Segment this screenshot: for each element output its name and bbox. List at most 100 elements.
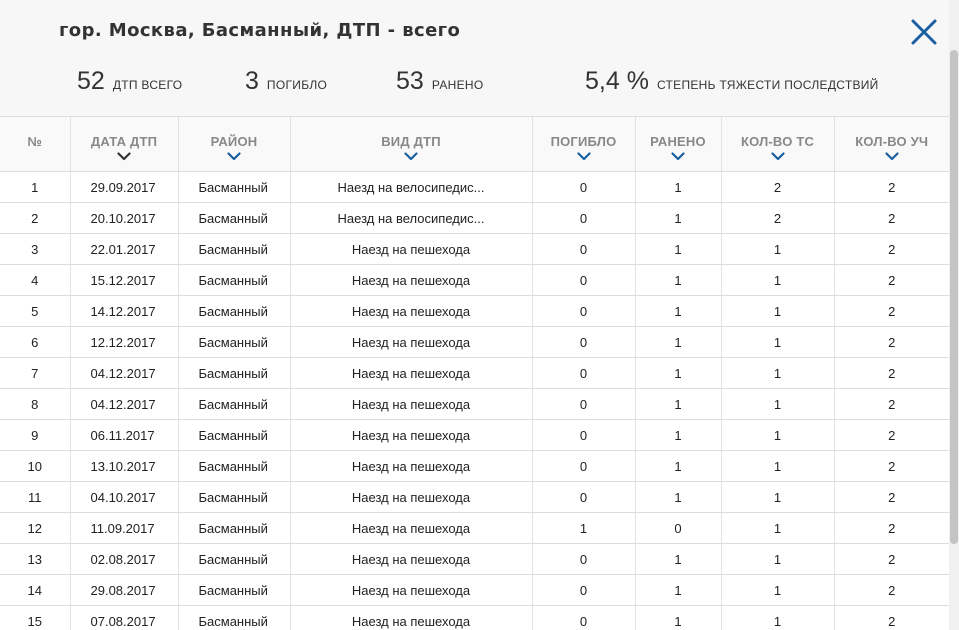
table-cell-vehicles: 1 bbox=[720, 326, 834, 358]
table-row[interactable]: 3 22.01.2017 Басманный Наезд на пешехода 0 1 1… bbox=[0, 233, 949, 265]
table-cell-killed: 0 bbox=[531, 202, 635, 234]
table-row[interactable]: 13 02.08.2017 Басманный Наезд на пешехода 0 1… bbox=[0, 543, 949, 575]
table-cell-date: 12.12.2017 bbox=[69, 326, 178, 358]
column-header-col-type[interactable]: ВИД ДТП bbox=[289, 116, 532, 172]
chevron-down-icon[interactable] bbox=[835, 152, 950, 164]
table-cell-date: 14.12.2017 bbox=[69, 295, 178, 327]
table-row[interactable]: 10 13.10.2017 Басманный Наезд на пешехода 0 1… bbox=[0, 450, 949, 482]
table-cell-killed: 0 bbox=[531, 233, 635, 265]
table-cell-number: 14 bbox=[0, 574, 70, 606]
table-cell-number: 8 bbox=[0, 388, 70, 420]
table-cell-date: 15.12.2017 bbox=[69, 264, 178, 296]
column-header-col-killed[interactable]: ПОГИБЛО bbox=[531, 116, 635, 172]
table-cell-number: 12 bbox=[0, 512, 70, 544]
chevron-down-icon[interactable] bbox=[722, 152, 834, 164]
table-cell-date: 11.09.2017 bbox=[69, 512, 178, 544]
stat-label: ДТП ВСЕГО bbox=[112, 78, 183, 92]
table-cell-vehicles: 1 bbox=[720, 295, 834, 327]
table-row[interactable]: 7 04.12.2017 Басманный Наезд на пешехода 0 1 1… bbox=[0, 357, 949, 389]
table-row[interactable]: 2 20.10.2017 Басманный Наезд на велосипедис… bbox=[0, 202, 949, 234]
table-cell-killed: 0 bbox=[531, 605, 635, 630]
table-row[interactable]: 14 29.08.2017 Басманный Наезд на пешехода 0 1… bbox=[0, 574, 949, 606]
chevron-down-icon[interactable] bbox=[533, 152, 635, 164]
table-cell-injured: 1 bbox=[634, 264, 721, 296]
table-cell-type: Наезд на велосипедис... bbox=[289, 171, 532, 203]
table-cell-injured: 1 bbox=[634, 202, 721, 234]
column-header-col-injured[interactable]: РАНЕНО bbox=[634, 116, 721, 172]
table-cell-killed: 0 bbox=[531, 264, 635, 296]
table-cell-participants: 2 bbox=[833, 295, 949, 327]
table-cell-participants: 2 bbox=[833, 202, 949, 234]
table-cell-vehicles: 1 bbox=[720, 264, 834, 296]
table-cell-date: 04.10.2017 bbox=[69, 481, 178, 513]
column-header-label: КОЛ-ВО ТС bbox=[740, 134, 815, 149]
stat-killed: 3 ПОГИБЛО bbox=[245, 67, 327, 96]
table-cell-date: 20.10.2017 bbox=[69, 202, 178, 234]
chevron-down-icon[interactable] bbox=[636, 152, 721, 164]
table-cell-type: Наезд на пешехода bbox=[289, 233, 532, 265]
column-header-label: КОЛ-ВО УЧ bbox=[855, 134, 929, 149]
table-cell-date: 04.12.2017 bbox=[69, 357, 178, 389]
table-cell-type: Наезд на пешехода bbox=[289, 419, 532, 451]
table-cell-killed: 0 bbox=[531, 574, 635, 606]
column-header-col-district[interactable]: РАЙОН bbox=[177, 116, 290, 172]
column-header-label: ВИД ДТП bbox=[381, 134, 441, 149]
table-cell-killed: 0 bbox=[531, 481, 635, 513]
modal-header: гор. Москва, Басманный, ДТП - всего 52 ДТ… bbox=[0, 0, 959, 116]
table-cell-number: 3 bbox=[0, 233, 70, 265]
table-cell-type: Наезд на пешехода bbox=[289, 357, 532, 389]
table-cell-vehicles: 1 bbox=[720, 450, 834, 482]
table-cell-district: Басманный bbox=[177, 171, 290, 203]
table-row[interactable]: 6 12.12.2017 Басманный Наезд на пешехода 0 1 1… bbox=[0, 326, 949, 358]
stat-label: СТЕПЕНЬ ТЯЖЕСТИ ПОСЛЕДСТВИЙ bbox=[656, 78, 879, 92]
scrollbar[interactable] bbox=[949, 0, 959, 630]
table-row[interactable]: 9 06.11.2017 Басманный Наезд на пешехода 0 1 1… bbox=[0, 419, 949, 451]
chevron-down-icon[interactable] bbox=[71, 152, 178, 164]
table-cell-participants: 2 bbox=[833, 357, 949, 389]
table-cell-type: Наезд на пешехода bbox=[289, 450, 532, 482]
table-cell-vehicles: 1 bbox=[720, 357, 834, 389]
table-cell-district: Басманный bbox=[177, 574, 290, 606]
table-cell-date: 04.12.2017 bbox=[69, 388, 178, 420]
table-row[interactable]: 11 04.10.2017 Басманный Наезд на пешехода 0 1… bbox=[0, 481, 949, 513]
stat-value: 3 bbox=[245, 67, 259, 95]
table-cell-injured: 1 bbox=[634, 605, 721, 630]
table-cell-date: 22.01.2017 bbox=[69, 233, 178, 265]
table-row[interactable]: 4 15.12.2017 Басманный Наезд на пешехода 0 1 1… bbox=[0, 264, 949, 296]
column-header-col-date[interactable]: ДАТА ДТП bbox=[69, 116, 178, 172]
table-cell-killed: 0 bbox=[531, 450, 635, 482]
table-cell-type: Наезд на пешехода bbox=[289, 481, 532, 513]
column-header-col-participants[interactable]: КОЛ-ВО УЧ bbox=[833, 116, 950, 172]
chevron-down-icon[interactable] bbox=[291, 152, 532, 164]
close-button[interactable] bbox=[909, 17, 939, 47]
table-cell-killed: 0 bbox=[531, 171, 635, 203]
table-cell-type: Наезд на велосипедис... bbox=[289, 202, 532, 234]
table-row[interactable]: 5 14.12.2017 Басманный Наезд на пешехода 0 1 1… bbox=[0, 295, 949, 327]
table-cell-participants: 2 bbox=[833, 171, 949, 203]
column-header-col-number[interactable]: № bbox=[0, 116, 70, 172]
table-cell-district: Басманный bbox=[177, 233, 290, 265]
scrollbar-thumb[interactable] bbox=[950, 50, 958, 544]
table-cell-injured: 1 bbox=[634, 295, 721, 327]
table-cell-district: Басманный bbox=[177, 543, 290, 575]
table-row[interactable]: 1 29.09.2017 Басманный Наезд на велосипедис… bbox=[0, 171, 949, 203]
column-header-col-vehicles[interactable]: КОЛ-ВО ТС bbox=[720, 116, 834, 172]
column-header-label: ПОГИБЛО bbox=[550, 134, 617, 149]
table-cell-participants: 2 bbox=[833, 481, 949, 513]
chevron-down-icon[interactable] bbox=[179, 152, 290, 164]
table-cell-number: 11 bbox=[0, 481, 70, 513]
table-cell-district: Басманный bbox=[177, 419, 290, 451]
table-cell-participants: 2 bbox=[833, 605, 949, 630]
table-row[interactable]: 15 07.08.2017 Басманный Наезд на пешехода 0 1… bbox=[0, 605, 949, 630]
table-cell-vehicles: 1 bbox=[720, 419, 834, 451]
table-cell-vehicles: 1 bbox=[720, 512, 834, 544]
table-cell-killed: 1 bbox=[531, 512, 635, 544]
table-cell-number: 5 bbox=[0, 295, 70, 327]
table-row[interactable]: 12 11.09.2017 Басманный Наезд на пешехода 1 0… bbox=[0, 512, 949, 544]
table-cell-injured: 1 bbox=[634, 543, 721, 575]
table-row[interactable]: 8 04.12.2017 Басманный Наезд на пешехода 0 1 1… bbox=[0, 388, 949, 420]
stat-label: ПОГИБЛО bbox=[266, 78, 328, 92]
stat-severity: 5,4 % СТЕПЕНЬ ТЯЖЕСТИ ПОСЛЕДСТВИЙ bbox=[585, 67, 879, 96]
column-header-label: ДАТА ДТП bbox=[90, 134, 158, 149]
table-cell-type: Наезд на пешехода bbox=[289, 295, 532, 327]
